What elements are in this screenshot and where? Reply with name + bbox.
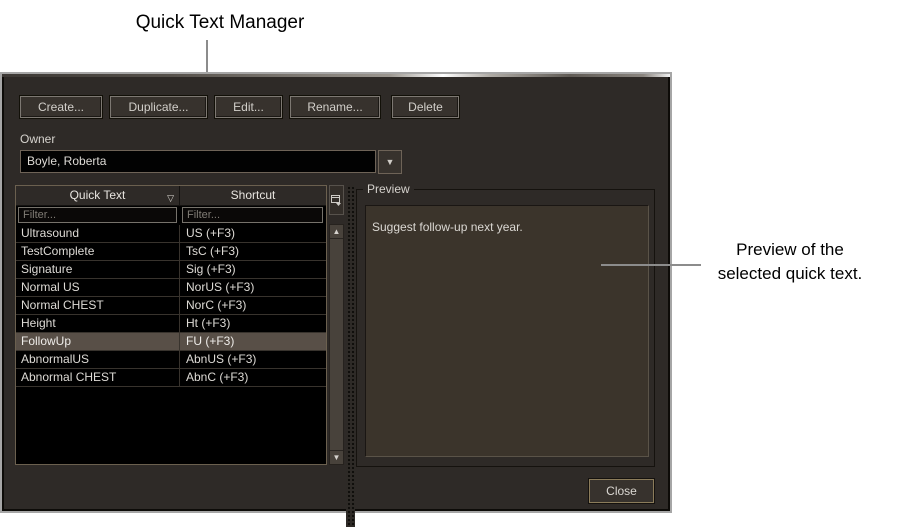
quick-text-table: Quick Text ▽ Shortcut Ultrasound US (+F3)… [15, 185, 327, 465]
create-button[interactable]: Create... [20, 96, 102, 118]
shortcut-cell: Ht (+F3) [186, 316, 231, 330]
preview-callout-text: Preview of the selected quick text. [717, 240, 863, 284]
duplicate-button[interactable]: Duplicate... [110, 96, 207, 118]
table-row[interactable]: AbnormalUS AbnUS (+F3) [16, 351, 326, 369]
owner-label: Owner [20, 132, 56, 146]
scroll-down-button[interactable]: ▼ [330, 450, 343, 464]
table-row[interactable]: FollowUp FU (+F3) [16, 333, 326, 351]
column-chooser-button[interactable] [329, 185, 344, 215]
screenshot-canvas: Quick Text Manager Create... Duplicate..… [0, 0, 900, 527]
table-header-row: Quick Text ▽ Shortcut [16, 186, 326, 206]
owner-dropdown-button[interactable]: ▼ [378, 150, 402, 174]
preview-groupbox: Preview Suggest follow-up next year. [356, 182, 655, 467]
preview-callout-line [601, 264, 701, 266]
quick-text-cell: Height [16, 315, 180, 332]
quick-text-filter-input[interactable] [18, 207, 177, 223]
scroll-up-button[interactable]: ▲ [330, 225, 343, 239]
dialog-top-sheen [2, 74, 670, 77]
shortcut-filter-input[interactable] [182, 207, 323, 223]
quick-text-table-rows: Ultrasound US (+F3) TestComplete TsC (+F3) S… [16, 225, 326, 387]
filter-row [16, 206, 326, 225]
shortcut-cell: NorC (+F3) [186, 298, 247, 312]
edit-button[interactable]: Edit... [215, 96, 282, 118]
table-row[interactable]: TestComplete TsC (+F3) [16, 243, 326, 261]
table-row[interactable]: Normal CHEST NorC (+F3) [16, 297, 326, 315]
table-scrollbar[interactable]: ▲ ▼ [329, 224, 344, 465]
quick-text-cell: Ultrasound [16, 225, 180, 242]
title-callout-text: Quick Text Manager [135, 12, 305, 33]
rename-button[interactable]: Rename... [290, 96, 380, 118]
column-header-quick-text[interactable]: Quick Text ▽ [16, 186, 180, 205]
title-callout-line [206, 40, 208, 72]
shortcut-cell: Sig (+F3) [186, 262, 236, 276]
table-row[interactable]: Abnormal CHEST AbnC (+F3) [16, 369, 326, 387]
delete-button[interactable]: Delete [392, 96, 459, 118]
column-header-shortcut[interactable]: Shortcut [180, 186, 326, 205]
table-row[interactable]: Signature Sig (+F3) [16, 261, 326, 279]
shortcut-cell: NorUS (+F3) [186, 280, 255, 294]
preview-group-label: Preview [363, 182, 414, 196]
quick-text-manager-dialog: Create... Duplicate... Edit... Rename...… [0, 72, 672, 527]
shortcut-cell: US (+F3) [186, 226, 236, 240]
quick-text-cell: TestComplete [16, 243, 180, 260]
shortcut-cell: TsC (+F3) [186, 244, 240, 258]
close-button[interactable]: Close [589, 479, 654, 503]
shortcut-cell: AbnUS (+F3) [186, 352, 257, 366]
shortcut-cell: FU (+F3) [186, 334, 235, 348]
table-row[interactable]: Height Ht (+F3) [16, 315, 326, 333]
shortcut-cell: AbnC (+F3) [186, 370, 249, 384]
chevron-down-icon: ▼ [385, 156, 395, 167]
arrow-down-icon: ▼ [332, 452, 341, 462]
splitter-handle[interactable] [346, 185, 355, 527]
quick-text-cell: Normal US [16, 279, 180, 296]
table-row[interactable]: Ultrasound US (+F3) [16, 225, 326, 243]
quick-text-cell: FollowUp [16, 333, 180, 350]
quick-text-cell: AbnormalUS [16, 351, 180, 368]
column-header-shortcut-label: Shortcut [230, 188, 276, 202]
preview-textarea[interactable]: Suggest follow-up next year. [365, 205, 649, 457]
table-row[interactable]: Normal US NorUS (+F3) [16, 279, 326, 297]
quick-text-cell: Normal CHEST [16, 297, 180, 314]
column-header-quick-text-label: Quick Text [69, 188, 126, 202]
arrow-up-icon: ▲ [332, 226, 341, 236]
column-chooser-icon [331, 194, 341, 206]
owner-combobox[interactable]: Boyle, Roberta [20, 150, 376, 173]
quick-text-cell: Abnormal CHEST [16, 369, 180, 386]
quick-text-cell: Signature [16, 261, 180, 278]
